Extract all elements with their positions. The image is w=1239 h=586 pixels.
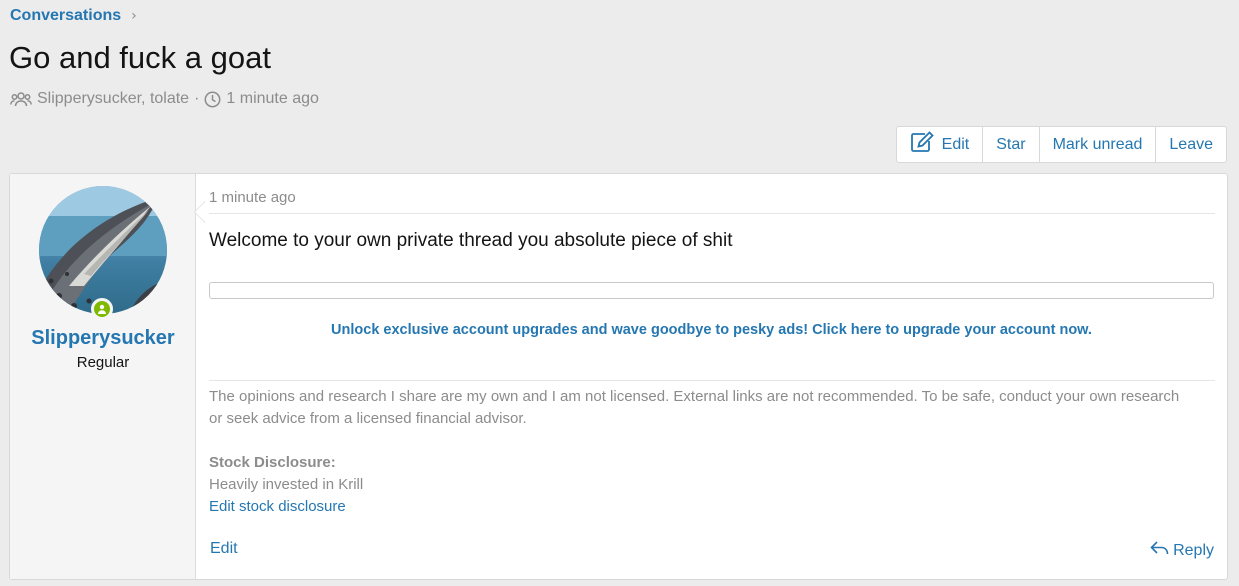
chevron-right-icon: ›: [131, 8, 137, 24]
signature-disclaimer: The opinions and research I share are my…: [209, 388, 1180, 427]
online-status-icon: [91, 298, 113, 320]
page-title: Go and fuck a goat: [9, 40, 271, 75]
clock-icon: [204, 91, 221, 108]
conversation-time[interactable]: 1 minute ago: [226, 90, 319, 108]
users-icon: [10, 91, 32, 107]
message: Slipperysucker Regular 1 minute ago Welc…: [9, 173, 1228, 580]
empty-content-box: [209, 282, 1214, 299]
signature-divider: [209, 380, 1215, 381]
participants-list[interactable]: Slipperysucker, tolate: [37, 90, 189, 108]
user-title: Regular: [76, 354, 130, 371]
message-edit-link[interactable]: Edit: [210, 540, 238, 558]
message-body: Welcome to your own private thread you a…: [209, 230, 733, 251]
edit-stock-disclosure-link[interactable]: Edit stock disclosure: [209, 498, 346, 515]
leave-button[interactable]: Leave: [1155, 127, 1226, 162]
stock-disclosure-label: Stock Disclosure:: [209, 454, 336, 471]
edit-button[interactable]: Edit: [897, 127, 983, 162]
conversation-actions: Edit Star Mark unread Leave: [895, 126, 1227, 163]
breadcrumb-conversations-link[interactable]: Conversations: [10, 7, 121, 25]
edit-button-label: Edit: [941, 135, 970, 153]
reply-label: Reply: [1173, 541, 1214, 559]
meta-separator: ·: [194, 90, 200, 107]
reply-button[interactable]: Reply: [1150, 540, 1214, 561]
message-content: 1 minute ago Welcome to your own private…: [196, 174, 1227, 579]
star-button[interactable]: Star: [982, 127, 1038, 162]
message-time[interactable]: 1 minute ago: [209, 189, 296, 206]
edit-icon: [910, 131, 934, 158]
username[interactable]: Slipperysucker: [10, 327, 196, 350]
mark-unread-button[interactable]: Mark unread: [1038, 127, 1156, 162]
conversation-meta: Slipperysucker, tolate · 1 minute ago: [10, 90, 319, 108]
avatar[interactable]: [39, 186, 167, 314]
upgrade-promo-link[interactable]: Unlock exclusive account upgrades and wa…: [209, 322, 1214, 338]
message-user: Slipperysucker Regular: [10, 174, 205, 579]
reply-icon: [1150, 540, 1170, 561]
stock-disclosure-value: Heavily invested in Krill: [209, 476, 364, 493]
header-divider: [209, 213, 1215, 214]
breadcrumb: Conversations ›: [10, 7, 137, 25]
